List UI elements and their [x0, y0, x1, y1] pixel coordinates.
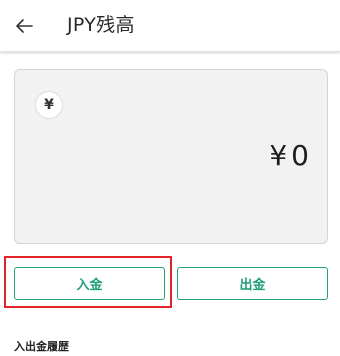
app-header: JPY残高 — [0, 0, 340, 52]
balance-amount: ¥0 — [269, 139, 313, 172]
arrow-left-icon — [16, 19, 33, 33]
history-section-title: 入出金履歴 — [14, 340, 69, 353]
page-title: JPY残高 — [67, 14, 135, 36]
back-button[interactable] — [11, 14, 37, 38]
withdraw-button[interactable]: 出金 — [177, 267, 328, 300]
balance-card: ¥ ¥0 — [14, 69, 328, 244]
deposit-button[interactable]: 入金 — [14, 267, 165, 300]
yen-icon: ¥ — [35, 91, 63, 119]
